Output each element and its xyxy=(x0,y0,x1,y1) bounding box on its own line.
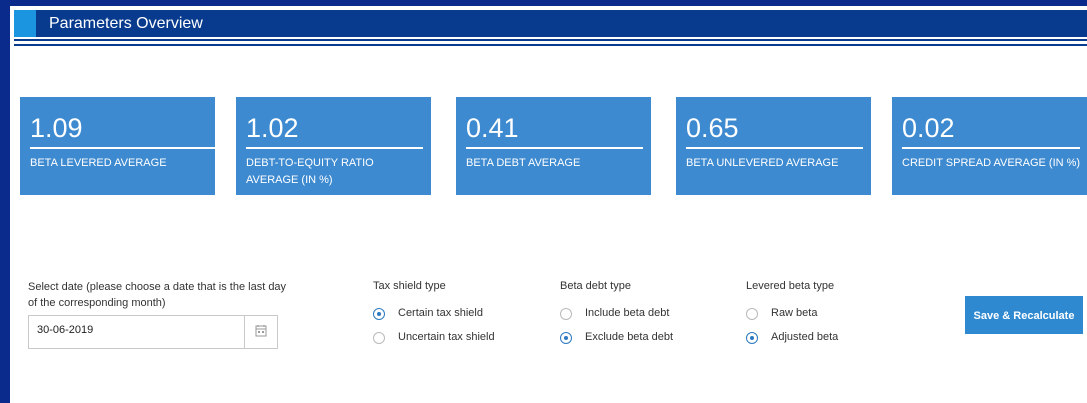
radio-label: Raw beta xyxy=(771,307,818,319)
radio-button[interactable] xyxy=(746,332,758,344)
card-label: BETA UNLEVERED AVERAGE xyxy=(686,157,839,169)
card-divider xyxy=(30,147,217,149)
radio-button[interactable] xyxy=(560,308,572,320)
card-label: BETA DEBT AVERAGE xyxy=(466,157,581,169)
radio-label: Certain tax shield xyxy=(398,307,483,319)
date-value[interactable]: 30-06-2019 xyxy=(37,324,93,336)
card-divider xyxy=(902,147,1080,149)
parameters-panel: Parameters Overview 1.09 BETA LEVERED AV… xyxy=(10,6,1087,403)
card-divider xyxy=(246,147,423,149)
card-label: CREDIT SPREAD AVERAGE (IN %) xyxy=(902,157,1081,169)
beta-debt-card: 0.41 BETA DEBT AVERAGE xyxy=(456,97,651,195)
radio-button[interactable] xyxy=(373,332,385,344)
debt-to-equity-card: 1.02 DEBT-TO-EQUITY RATIO AVERAGE (IN %) xyxy=(236,97,431,195)
page-title: Parameters Overview xyxy=(49,15,203,32)
date-field[interactable]: 30-06-2019 xyxy=(28,315,278,349)
card-divider xyxy=(686,147,863,149)
card-value: 0.02 xyxy=(902,113,955,143)
radio-label: Uncertain tax shield xyxy=(398,331,495,343)
card-value: 0.41 xyxy=(466,113,519,143)
section-header: Parameters Overview xyxy=(14,10,1087,37)
radio-button[interactable] xyxy=(746,308,758,320)
header-divider xyxy=(14,39,1087,41)
beta-unlevered-card: 0.65 BETA UNLEVERED AVERAGE xyxy=(676,97,871,195)
card-label: DEBT-TO-EQUITY RATIO AVERAGE (IN %) xyxy=(246,157,374,186)
card-label: BETA LEVERED AVERAGE xyxy=(30,157,167,169)
radio-label: Adjusted beta xyxy=(771,331,839,343)
radio-button[interactable] xyxy=(560,332,572,344)
beta-levered-card: 1.09 BETA LEVERED AVERAGE xyxy=(20,97,217,195)
header-accent xyxy=(14,10,36,37)
radio-label: Include beta debt xyxy=(585,307,670,319)
credit-spread-card: 0.02 CREDIT SPREAD AVERAGE (IN %) xyxy=(892,97,1087,195)
calendar-icon[interactable] xyxy=(244,316,277,348)
beta-debt-title: Beta debt type xyxy=(560,280,631,292)
card-value: 1.02 xyxy=(246,113,299,143)
tax-shield-title: Tax shield type xyxy=(373,280,446,292)
radio-button[interactable] xyxy=(373,308,385,320)
card-divider xyxy=(466,147,643,149)
save-recalculate-button[interactable]: Save & Recalculate xyxy=(965,296,1083,334)
header-divider xyxy=(14,44,1087,46)
date-label: Select date (please choose a date that i… xyxy=(28,281,287,309)
card-value: 0.65 xyxy=(686,113,739,143)
card-value: 1.09 xyxy=(30,113,83,143)
levered-beta-title: Levered beta type xyxy=(746,280,835,292)
radio-label: Exclude beta debt xyxy=(585,331,674,343)
